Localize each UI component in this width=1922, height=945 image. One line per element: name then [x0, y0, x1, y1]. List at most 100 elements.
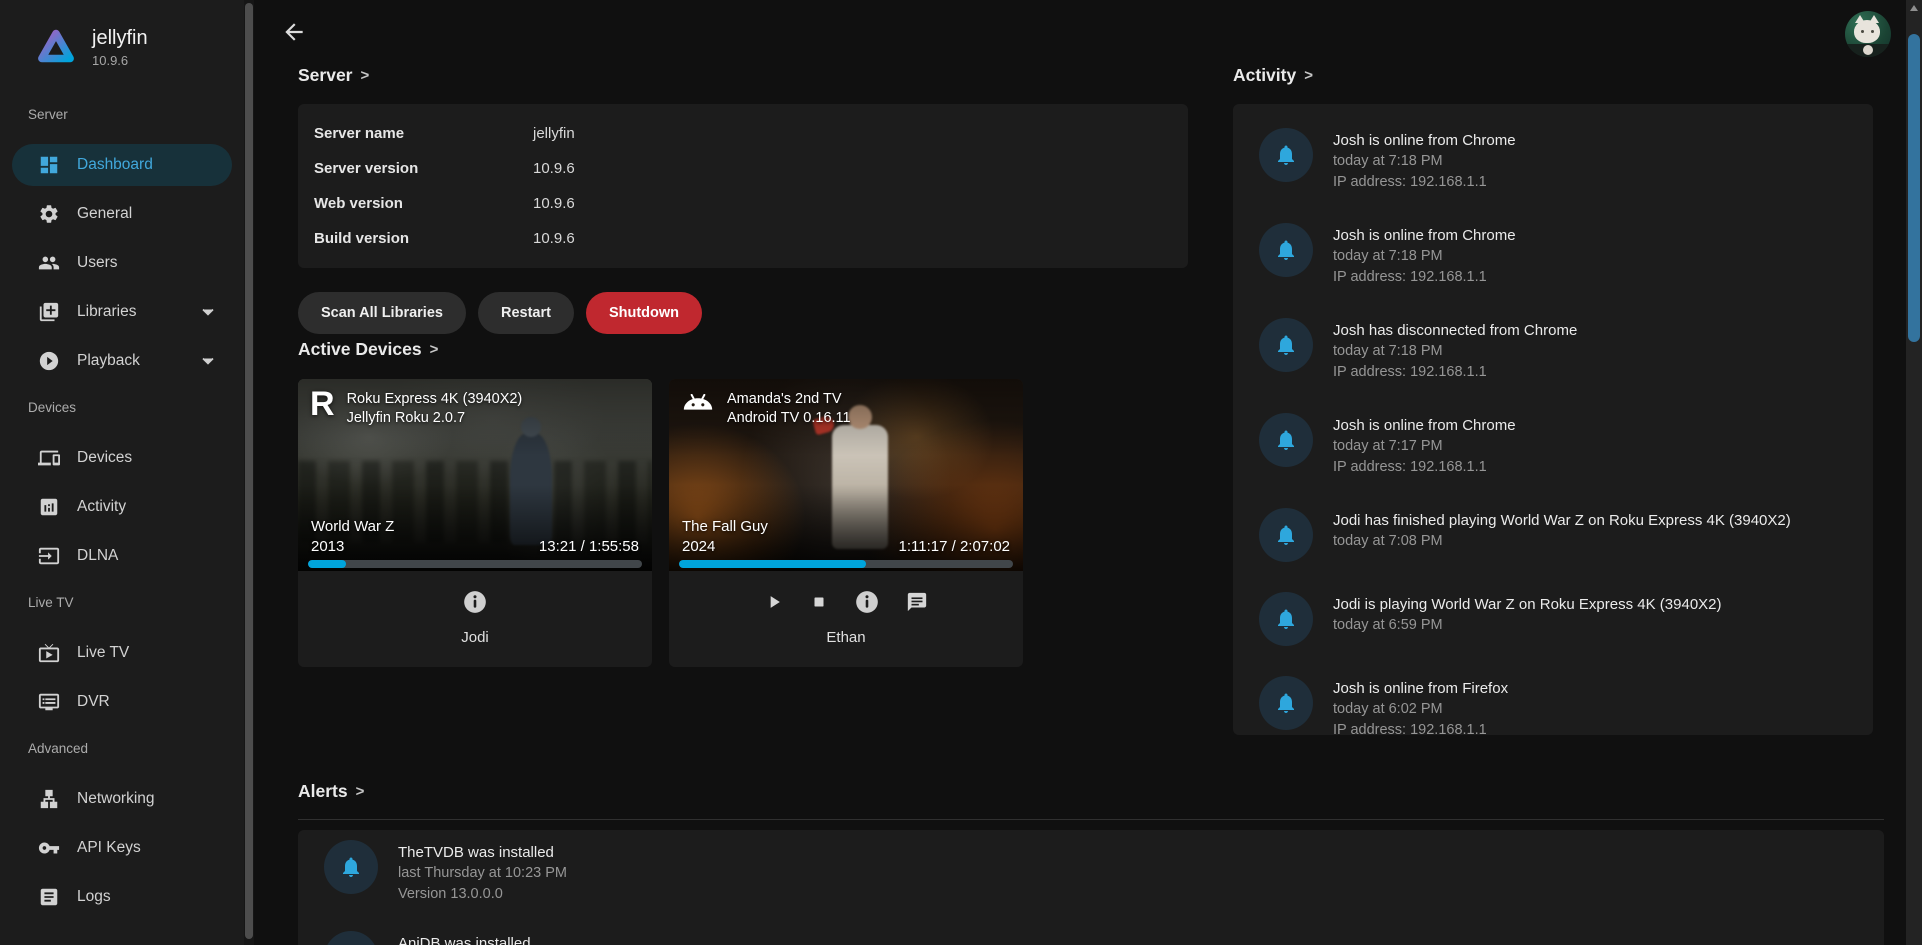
app-title-block: jellyfin 10.9.6: [92, 26, 148, 68]
bell-badge: [1259, 413, 1313, 467]
sidebar-item-dlna[interactable]: DLNA: [12, 535, 232, 577]
shutdown-button[interactable]: Shutdown: [586, 292, 702, 334]
server-info-row: Server version 10.9.6: [314, 151, 1188, 186]
activity-time: today at 7:17 PM: [1333, 436, 1516, 457]
alert-time: last Thursday at 10:23 PM: [398, 863, 567, 884]
devices-icon: [38, 447, 60, 469]
sidebar-scrollbar[interactable]: [244, 0, 254, 945]
alert-texts: AniDB was installed: [398, 931, 531, 945]
play-button[interactable]: [764, 592, 784, 612]
device-name: Roku Express 4K (3940X2): [347, 390, 523, 409]
server-info-row: Build version 10.9.6: [314, 221, 1188, 256]
media-year: 2024: [682, 537, 715, 557]
activity-entry[interactable]: Josh is online from Chrome today at 7:17…: [1233, 413, 1873, 478]
activity-entry[interactable]: Josh is online from Chrome today at 7:18…: [1233, 223, 1873, 288]
activity-time: today at 7:18 PM: [1333, 246, 1516, 267]
user-avatar[interactable]: [1845, 11, 1891, 57]
device-card-roku[interactable]: R Roku Express 4K (3940X2) Jellyfin Roku…: [298, 379, 652, 667]
back-arrow-icon: [281, 19, 307, 45]
sidebar-item-dvr[interactable]: DVR: [12, 681, 232, 723]
app-logo-row: jellyfin 10.9.6: [36, 26, 244, 71]
alerts-heading[interactable]: Alerts >: [298, 780, 1884, 802]
activity-time: today at 6:02 PM: [1333, 699, 1508, 720]
info-label: Build version: [314, 230, 533, 247]
dvr-icon: [38, 691, 60, 713]
sidebar-item-playback[interactable]: Playback: [12, 340, 232, 382]
server-section-heading[interactable]: Server >: [298, 64, 1188, 86]
sidebar-item-label: Live TV: [77, 644, 129, 662]
activity-ip: IP address: 192.168.1.1: [1333, 720, 1508, 735]
client-version: Jellyfin Roku 2.0.7: [347, 409, 523, 428]
active-devices-heading[interactable]: Active Devices >: [298, 338, 1188, 360]
sidebar-item-networking[interactable]: Networking: [12, 778, 232, 820]
activity-entry[interactable]: Josh has disconnected from Chrome today …: [1233, 318, 1873, 383]
alert-title: TheTVDB was installed: [398, 842, 567, 863]
activity-entry[interactable]: Jodi is playing World War Z on Roku Expr…: [1233, 592, 1873, 646]
device-card-android-tv[interactable]: Amanda's 2nd TV Android TV 0.16.11 The F…: [669, 379, 1023, 667]
device-card-footer: Jodi: [298, 571, 652, 667]
bell-badge: [1259, 128, 1313, 182]
sidebar-item-users[interactable]: Users: [12, 242, 232, 284]
sidebar-item-logs[interactable]: Logs: [12, 876, 232, 918]
activity-ip: IP address: 192.168.1.1: [1333, 267, 1516, 288]
sidebar-item-live-tv[interactable]: Live TV: [12, 632, 232, 674]
sidebar-item-label: Dashboard: [77, 156, 153, 174]
media-year: 2013: [311, 537, 344, 557]
restart-button[interactable]: Restart: [478, 292, 574, 334]
sidebar-section-livetv: Live TV: [28, 595, 216, 613]
sidebar-item-activity[interactable]: Activity: [12, 486, 232, 528]
divider: [298, 819, 1884, 820]
activity-entry[interactable]: Josh is online from Chrome today at 7:18…: [1233, 128, 1873, 193]
sidebar-item-label: DVR: [77, 693, 110, 711]
scan-all-libraries-button[interactable]: Scan All Libraries: [298, 292, 466, 334]
info-button[interactable]: [462, 589, 488, 615]
sidebar-scrollbar-thumb[interactable]: [245, 3, 253, 939]
active-devices-label: Active Devices: [298, 339, 422, 360]
activity-heading[interactable]: Activity >: [1233, 64, 1873, 86]
bell-badge: [1259, 318, 1313, 372]
stop-button[interactable]: [810, 593, 828, 611]
info-value: 10.9.6: [533, 230, 1188, 247]
page-scrollbar[interactable]: [1906, 0, 1922, 945]
sidebar-item-devices[interactable]: Devices: [12, 437, 232, 479]
server-info-row: Web version 10.9.6: [314, 186, 1188, 221]
heading-chevron-icon: >: [356, 783, 365, 800]
activity-entry[interactable]: Jodi has finished playing World War Z on…: [1233, 508, 1873, 562]
info-label: Server name: [314, 125, 533, 142]
scroll-up-arrow-icon[interactable]: [1910, 5, 1918, 11]
media-meta-row: 2024 1:11:17 / 2:07:02: [682, 537, 1010, 557]
sidebar-item-dashboard[interactable]: Dashboard: [12, 144, 232, 186]
jellyfin-logo-icon: [36, 26, 76, 71]
bell-icon: [1274, 238, 1298, 262]
info-label: Web version: [314, 195, 533, 212]
page-scrollbar-thumb[interactable]: [1908, 34, 1920, 342]
alerts-card: TheTVDB was installed last Thursday at 1…: [298, 830, 1884, 945]
active-devices-row: R Roku Express 4K (3940X2) Jellyfin Roku…: [298, 379, 1188, 667]
networking-icon: [38, 788, 60, 810]
activity-title: Jodi is playing World War Z on Roku Expr…: [1333, 594, 1722, 615]
alert-entry[interactable]: AniDB was installed: [314, 931, 1884, 945]
sidebar-item-general[interactable]: General: [12, 193, 232, 235]
chevron-down-icon: [198, 351, 218, 371]
playback-icon: [38, 350, 60, 372]
info-button[interactable]: [854, 589, 880, 615]
device-identity: Roku Express 4K (3940X2) Jellyfin Roku 2…: [347, 388, 523, 428]
activity-title: Josh is online from Chrome: [1333, 415, 1516, 436]
alert-entry[interactable]: TheTVDB was installed last Thursday at 1…: [314, 840, 1884, 905]
activity-texts: Josh is online from Chrome today at 7:18…: [1333, 128, 1516, 193]
sidebar-item-label: General: [77, 205, 132, 223]
back-button[interactable]: [276, 14, 312, 50]
send-message-button[interactable]: [906, 591, 928, 613]
activity-time: today at 7:18 PM: [1333, 341, 1577, 362]
playback-time: 1:11:17 / 2:07:02: [899, 537, 1010, 557]
bell-icon: [1274, 523, 1298, 547]
heading-chevron-icon: >: [1304, 67, 1313, 84]
activity-entry[interactable]: Josh is online from Firefox today at 6:0…: [1233, 676, 1873, 735]
activity-texts: Josh has disconnected from Chrome today …: [1333, 318, 1577, 383]
jellyfin-dashboard: jellyfin 10.9.6 Server Dashboard General…: [0, 0, 1922, 945]
sidebar-item-libraries[interactable]: Libraries: [12, 291, 232, 333]
session-user: Jodi: [298, 629, 652, 646]
sidebar-item-api-keys[interactable]: API Keys: [12, 827, 232, 869]
logs-icon: [38, 886, 60, 908]
activity-texts: Jodi has finished playing World War Z on…: [1333, 508, 1791, 562]
